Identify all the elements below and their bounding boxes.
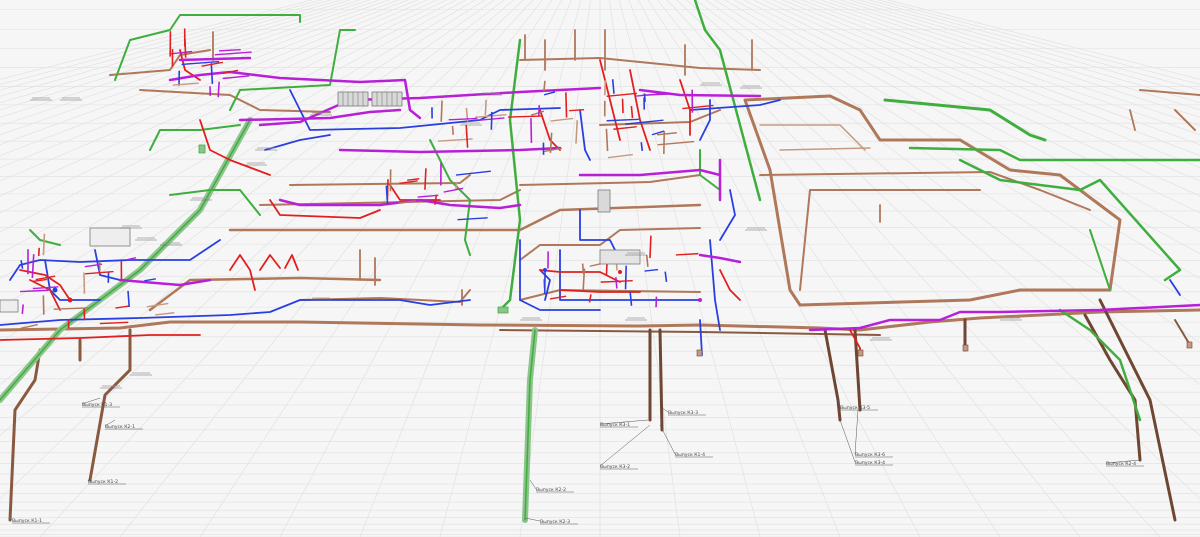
outlet-label: Выпуск К3-3 [668,410,698,416]
outlet-label: Выпуск К2-3 [540,519,570,525]
outlet-label: Выпуск К3-6 [855,452,885,458]
outlet-label: Выпуск К3-5 [840,405,870,411]
outlet-label: Выпуск К3-1 [600,422,630,428]
riser-icon [696,341,1193,357]
model-viewport[interactable]: Выпуск К1-1 Выпуск К1-2 Выпуск К1-3 Выпуск … [0,0,1200,537]
pipe-network-3d-view: Выпуск К1-1 Выпуск К1-2 Выпуск К1-3 Выпуск … [0,0,1200,537]
outlet-labels: Выпуск К1-1 Выпуск К1-2 Выпуск К1-3 Выпуск … [9,397,1144,525]
outlet-label: Выпуск К1-1 [12,518,42,524]
outlet-label: Выпуск К3-4 [855,460,885,466]
stormwater-roof-top [114,14,301,81]
outlet-label: Выпуск К2-1 [105,424,135,430]
sewer-outlet-k1-1 [8,348,42,522]
outlet-label: Выпуск К3-2 [600,464,630,470]
sewer-outlet-k3 [823,328,842,422]
stormwater-right-collector [883,98,1047,142]
outlet-label: Выпуск К1-2 [88,479,118,485]
outlet-label: Выпуск К1-4 [675,452,705,458]
outlet-label: Выпуск К2-2 [536,487,566,493]
outlet-label: Выпуск К2-4 [1106,461,1136,467]
outlet-label: Выпуск К1-3 [82,402,112,408]
floor-grid [0,0,1200,537]
